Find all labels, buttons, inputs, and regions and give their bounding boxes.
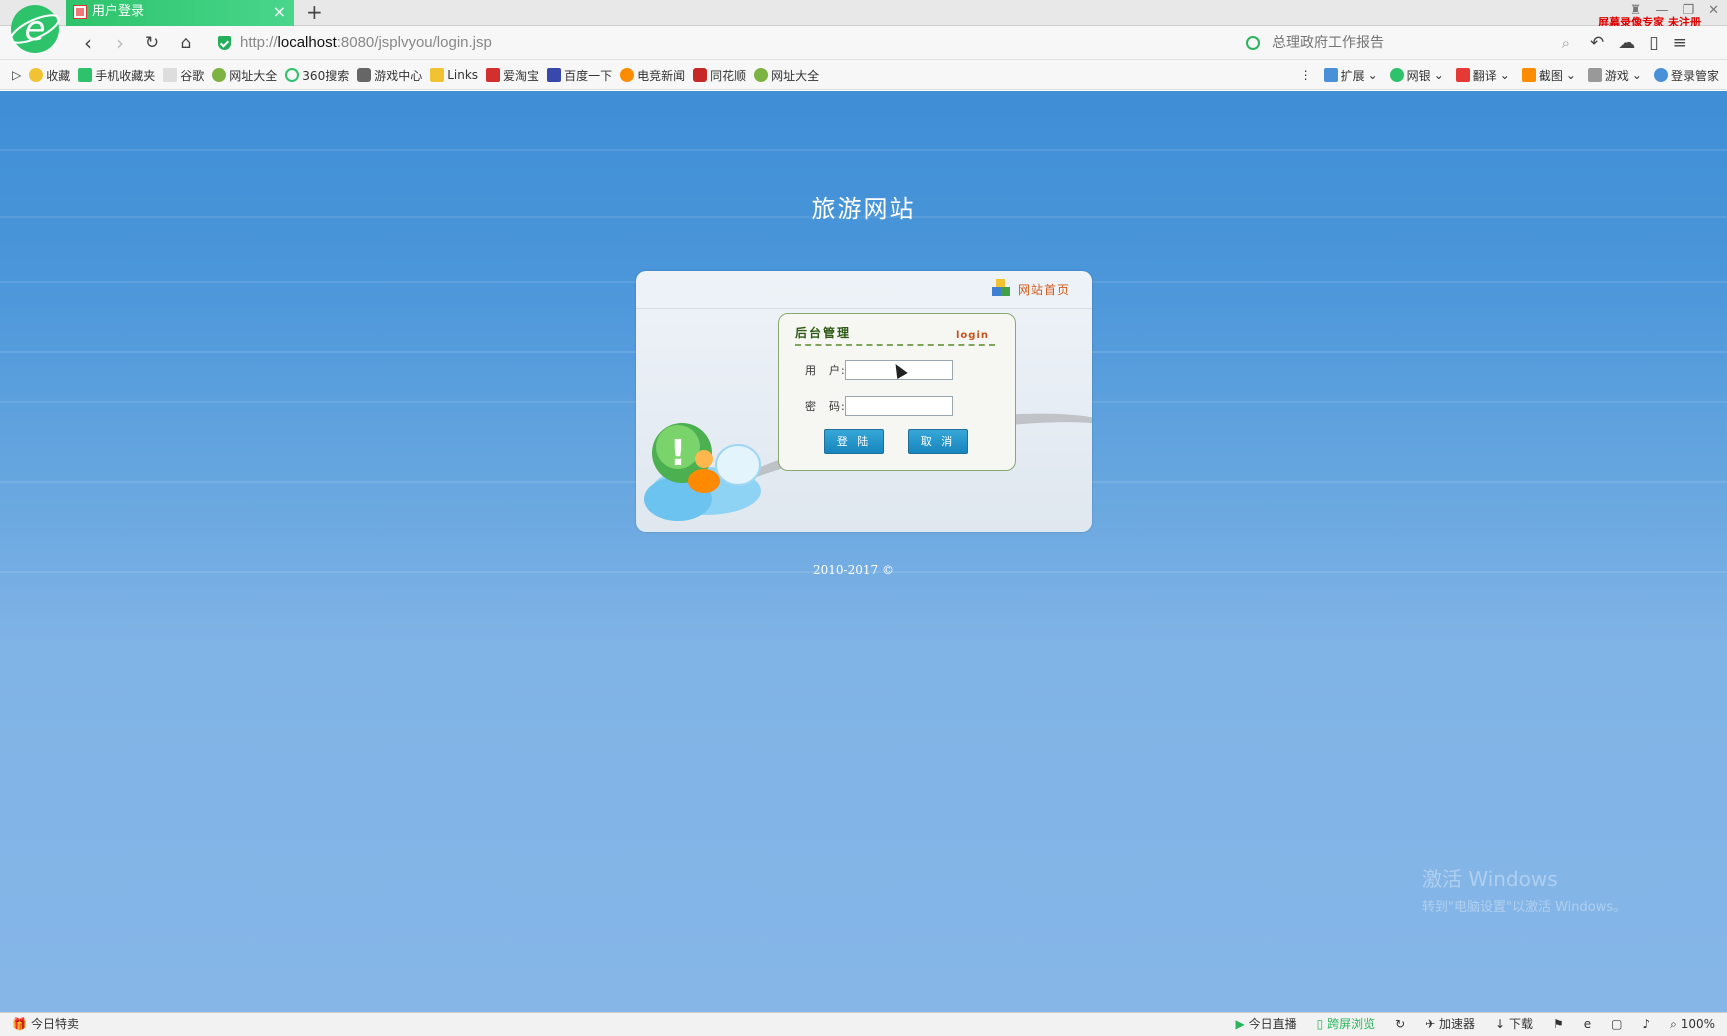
menu-icon[interactable]: ≡ <box>1673 29 1687 57</box>
more-dots-icon[interactable]: ⋮ <box>1300 68 1312 82</box>
username-row: 用 户: <box>805 360 953 380</box>
password-label: 密 码: <box>805 400 846 413</box>
site-home-link[interactable]: 网站首页 <box>991 279 1070 299</box>
bookmark-item[interactable]: 谷歌 <box>163 67 204 84</box>
extension-button[interactable]: 扩展 ⌄ <box>1323 67 1378 84</box>
status-bar: 🎁 今日特卖 ▶ 今日直播 ▯ 跨屏浏览 ↻ ✈ 加速器 ↓ 下载 ⚑ e ▢ … <box>0 1012 1727 1036</box>
bookmark-item[interactable]: 同花顺 <box>693 67 746 84</box>
skin-icon[interactable]: ♜ <box>1630 0 1642 26</box>
download-link[interactable]: ↓ 下载 <box>1495 1013 1533 1035</box>
daily-deal-link[interactable]: 今日特卖 <box>31 1013 79 1035</box>
minimize-icon[interactable]: — <box>1655 0 1668 26</box>
panel-header: 网站首页 <box>636 271 1092 309</box>
login-form: 后台管理 login 用 户: 密 码: 登 陆 取 消 <box>778 313 1016 471</box>
translate-button[interactable]: 翻译 ⌄ <box>1455 67 1510 84</box>
bookmark-item[interactable]: 网址大全 <box>754 67 819 84</box>
bookmark-item[interactable]: 网址大全 <box>212 67 277 84</box>
page-content: 旅游网站 网站首页 ! 后台管理 login 用 户: 密 码: 登 陆 取 消… <box>0 91 1727 1012</box>
toolbar-extensions: ⋮ 扩展 ⌄ 网银 ⌄ 翻译 ⌄ 截图 ⌄ 游戏 ⌄ 登录管家 <box>1300 60 1719 90</box>
browser-logo-icon[interactable]: e <box>8 2 62 56</box>
gift-icon: 🎁 <box>12 1017 27 1031</box>
sound-icon[interactable]: ♪ <box>1642 1013 1650 1035</box>
status-right: ▶ 今日直播 ▯ 跨屏浏览 ↻ ✈ 加速器 ↓ 下载 ⚑ e ▢ ♪ ⌕ 100… <box>1236 1013 1715 1035</box>
restore-icon[interactable]: ❐ <box>1682 0 1694 26</box>
browser-tab-active[interactable]: 用户登录 × <box>66 0 294 26</box>
bookmarks-bar: ▷ 收藏 手机收藏夹 谷歌 网址大全 360搜索 游戏中心 Links 爱淘宝 … <box>0 60 1727 90</box>
tab-close-icon[interactable]: × <box>273 0 286 24</box>
copyright-text: 2010-2017 © <box>813 563 894 577</box>
watermark-line2: 转到"电脑设置"以激活 Windows。 <box>1422 900 1627 915</box>
username-label: 用 户: <box>805 364 846 377</box>
bookmark-item[interactable]: 收藏 <box>29 67 70 84</box>
so-search-engine-icon <box>1246 36 1260 50</box>
address-bar[interactable]: http://localhost:8080/jsplvyou/login.jsp <box>210 30 1210 56</box>
svg-text:e: e <box>25 9 46 49</box>
new-tab-button[interactable]: + <box>306 0 323 24</box>
bookmark-item[interactable]: 游戏中心 <box>357 67 422 84</box>
accelerator-link[interactable]: ✈ 加速器 <box>1425 1013 1475 1035</box>
zoom-icon: ⌕ <box>1670 1017 1677 1031</box>
tab-title: 用户登录 <box>92 4 145 19</box>
url-text[interactable]: http://localhost:8080/jsplvyou/login.jsp <box>240 30 492 56</box>
password-input[interactable] <box>845 396 953 416</box>
svg-text:!: ! <box>670 433 686 474</box>
toolbar-right-icons: ↶ ☁ ▯ ≡ <box>1590 29 1687 57</box>
form-subtitle: login <box>955 330 989 341</box>
search-input[interactable] <box>1240 30 1570 56</box>
cloud-icon[interactable]: ☁ <box>1618 29 1635 57</box>
close-window-icon[interactable]: ✕ <box>1708 0 1719 26</box>
undo-icon[interactable]: ↶ <box>1590 29 1604 57</box>
mascot-cloud-icon: ! <box>644 423 761 521</box>
bookmark-item[interactable]: 360搜索 <box>285 67 349 84</box>
back-arrow-icon[interactable]: ‹ <box>74 29 102 57</box>
login-button[interactable]: 登 陆 <box>824 429 884 454</box>
bookmark-item[interactable]: 百度一下 <box>547 67 612 84</box>
games-button[interactable]: 游戏 ⌄ <box>1587 67 1642 84</box>
window-controls: ♜ — ❐ ✕ <box>1630 0 1719 26</box>
mobile-icon[interactable]: ▯ <box>1649 29 1658 57</box>
form-header: 后台管理 login <box>795 324 995 346</box>
live-link[interactable]: ▶ 今日直播 <box>1236 1013 1297 1035</box>
download-icon: ↓ <box>1495 1017 1506 1031</box>
bg-stripe <box>0 149 1727 151</box>
password-row: 密 码: <box>805 396 953 416</box>
login-manager-button[interactable]: 登录管家 <box>1653 67 1719 84</box>
ebank-button[interactable]: 网银 ⌄ <box>1389 67 1444 84</box>
login-panel: 网站首页 ! 后台管理 login 用 户: 密 码: 登 陆 取 消 <box>636 271 1092 532</box>
home-icon[interactable]: ⌂ <box>172 29 200 57</box>
windows-activation-watermark: 激活 Windows 转到"电脑设置"以激活 Windows。 <box>1422 863 1626 915</box>
bookmark-item[interactable]: Links <box>430 68 478 82</box>
browser-nav-bar: ‹ › ↻ ⌂ http://localhost:8080/jsplvyou/l… <box>0 26 1727 60</box>
site-title: 旅游网站 <box>811 195 916 223</box>
flag-icon[interactable]: ⚑ <box>1553 1013 1564 1035</box>
refresh-icon[interactable]: ↻ <box>138 29 166 57</box>
ie-icon[interactable]: e <box>1584 1013 1591 1035</box>
magnifier-icon[interactable]: ⌕ <box>1562 34 1570 52</box>
bookmark-list: ▷ 收藏 手机收藏夹 谷歌 网址大全 360搜索 游戏中心 Links 爱淘宝 … <box>12 60 819 90</box>
forward-arrow-icon[interactable]: › <box>106 29 134 57</box>
rocket-icon: ✈ <box>1425 1017 1436 1031</box>
window-icon[interactable]: ▢ <box>1611 1013 1622 1035</box>
bookmark-item[interactable]: 爱淘宝 <box>486 67 539 84</box>
screenshot-button[interactable]: 截图 ⌄ <box>1521 67 1576 84</box>
phone-icon: ▯ <box>1316 1017 1324 1031</box>
status-left[interactable]: 🎁 今日特卖 <box>12 1013 79 1035</box>
bookmark-item[interactable]: 手机收藏夹 <box>78 67 155 84</box>
sidebar-toggle-icon[interactable]: ▷ <box>12 68 21 82</box>
cross-screen-link[interactable]: ▯ 跨屏浏览 <box>1317 1013 1375 1035</box>
form-title: 后台管理 <box>795 326 852 340</box>
cube-icon <box>991 279 1010 299</box>
security-shield-icon <box>218 36 231 50</box>
watermark-line1: 激活 Windows <box>1422 867 1558 891</box>
bookmark-item[interactable]: 电竞新闻 <box>620 67 685 84</box>
zoom-level[interactable]: ⌕ 100% <box>1670 1013 1715 1035</box>
play-icon: ▶ <box>1235 1017 1245 1031</box>
page-favicon-icon <box>73 5 87 19</box>
search-box[interactable]: ⌕ <box>1240 30 1570 56</box>
cancel-button[interactable]: 取 消 <box>908 429 968 454</box>
refresh-status-icon[interactable]: ↻ <box>1395 1013 1405 1035</box>
browser-tab-bar: 用户登录 × + 屏幕录像专家 未注册 ♜ — ❐ ✕ <box>0 0 1727 29</box>
